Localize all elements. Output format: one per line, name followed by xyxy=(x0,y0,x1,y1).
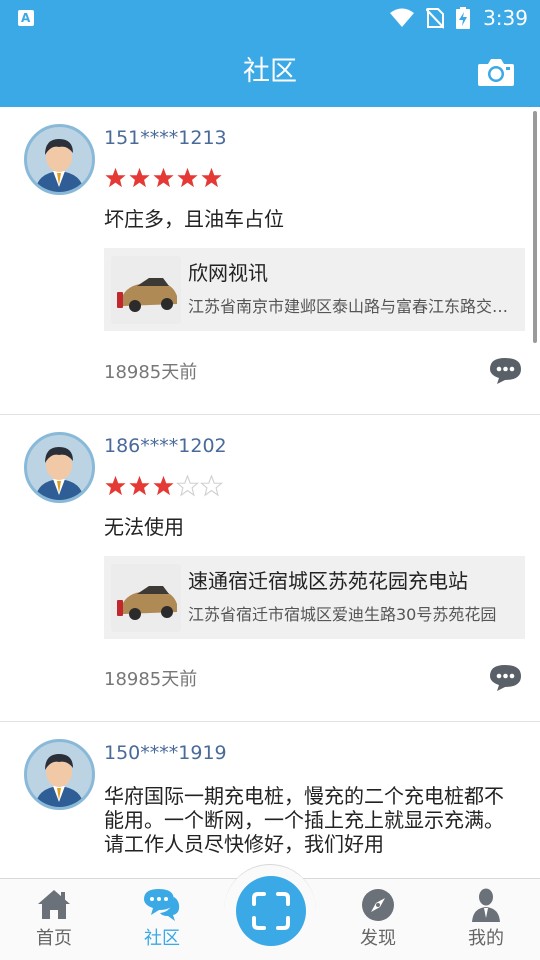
scrollbar[interactable] xyxy=(533,111,537,343)
username[interactable]: 150****1919 xyxy=(104,741,227,765)
station-name: 欣网视讯 xyxy=(188,261,268,285)
username[interactable]: 151****1213 xyxy=(104,126,227,150)
community-feed[interactable]: 151****1213 坏庄多，且油车占位 欣网视讯 江苏省南京市建邺区泰山路与… xyxy=(0,107,540,878)
star-filled-icon xyxy=(129,475,150,496)
person-icon xyxy=(472,888,500,922)
username[interactable]: 186****1202 xyxy=(104,434,227,458)
post-text: 坏庄多，且油车占位 xyxy=(104,207,284,231)
nav-label: 首页 xyxy=(36,928,72,949)
nav-item-profile[interactable]: 我的 xyxy=(436,879,536,960)
compass-icon xyxy=(362,889,394,921)
post-item: 151****1213 坏庄多，且油车占位 欣网视讯 江苏省南京市建邺区泰山路与… xyxy=(0,107,540,415)
home-icon xyxy=(38,890,70,919)
avatar[interactable] xyxy=(24,124,95,195)
post-text: 无法使用 xyxy=(104,515,184,539)
post-item: 150****1919 华府国际一期充电桩，慢充的二个充电桩都不 能用。一个断网… xyxy=(0,722,540,878)
station-address: 江苏省南京市建邺区泰山路与富春江东路交叉口 xyxy=(188,297,521,316)
user-avatar-icon xyxy=(35,139,84,192)
chat-bubbles-icon xyxy=(144,889,180,921)
app-notification-icon: A xyxy=(18,10,34,26)
nav-label: 发现 xyxy=(360,928,396,949)
comment-icon[interactable] xyxy=(489,357,522,385)
post-text-line: 能用。一个断网，一个插上充上就显示充满。 xyxy=(104,808,504,832)
comment-icon[interactable] xyxy=(489,664,522,692)
status-icons xyxy=(390,7,470,29)
star-empty-icon xyxy=(200,475,223,497)
station-card[interactable]: 欣网视讯 江苏省南京市建邺区泰山路与富春江东路交叉口 xyxy=(104,248,525,331)
star-filled-icon xyxy=(105,167,126,188)
station-card[interactable]: 速通宿迁宿城区苏苑花园充电站 江苏省宿迁市宿城区爱迪生路30号苏苑花园 xyxy=(104,556,525,639)
avatar[interactable] xyxy=(24,432,95,503)
car-image-icon xyxy=(111,564,181,632)
no-sim-icon xyxy=(426,8,444,29)
station-address: 江苏省宿迁市宿城区爱迪生路30号苏苑花园 xyxy=(188,605,497,624)
post-time: 18985天前 xyxy=(104,362,198,383)
nav-label: 我的 xyxy=(468,928,504,949)
scan-button-wrap xyxy=(224,864,316,960)
post-text-line: 华府国际一期充电桩，慢充的二个充电桩都不 xyxy=(104,784,504,808)
nav-label: 社区 xyxy=(144,928,180,949)
status-bar: A 3:39 xyxy=(0,0,540,36)
post-text: 华府国际一期充电桩，慢充的二个充电桩都不 能用。一个断网，一个插上充上就显示充满… xyxy=(104,784,528,856)
star-empty-icon xyxy=(176,475,199,497)
star-filled-icon xyxy=(201,167,222,188)
rating-stars xyxy=(104,167,223,189)
car-image-icon xyxy=(111,256,181,324)
station-name: 速通宿迁宿城区苏苑花园充电站 xyxy=(188,569,468,593)
rating-stars xyxy=(104,475,223,497)
camera-icon[interactable] xyxy=(478,58,514,86)
wifi-icon xyxy=(390,8,414,27)
post-text-line: 请工作人员尽快修好，我们好用 xyxy=(104,832,384,856)
status-time: 3:39 xyxy=(483,6,528,30)
star-filled-icon xyxy=(153,167,174,188)
station-thumbnail xyxy=(111,256,181,324)
battery-charging-icon xyxy=(456,7,470,29)
post-time: 18985天前 xyxy=(104,669,198,690)
user-avatar-icon xyxy=(35,447,84,500)
nav-item-home[interactable]: 首页 xyxy=(4,879,104,960)
star-filled-icon xyxy=(129,167,150,188)
user-avatar-icon xyxy=(35,754,84,807)
scan-icon xyxy=(252,892,290,930)
app-bar: 社区 xyxy=(0,36,540,107)
avatar[interactable] xyxy=(24,739,95,810)
star-filled-icon xyxy=(177,167,198,188)
nav-item-community[interactable]: 社区 xyxy=(112,879,212,960)
nav-item-discover[interactable]: 发现 xyxy=(328,879,428,960)
page-title: 社区 xyxy=(243,56,297,87)
star-filled-icon xyxy=(153,475,174,496)
star-filled-icon xyxy=(105,475,126,496)
post-item: 186****1202 无法使用 速通宿迁宿城区苏苑花园充电站 江苏省宿迁市宿城… xyxy=(0,415,540,722)
scan-button[interactable] xyxy=(236,876,306,946)
station-thumbnail xyxy=(111,564,181,632)
